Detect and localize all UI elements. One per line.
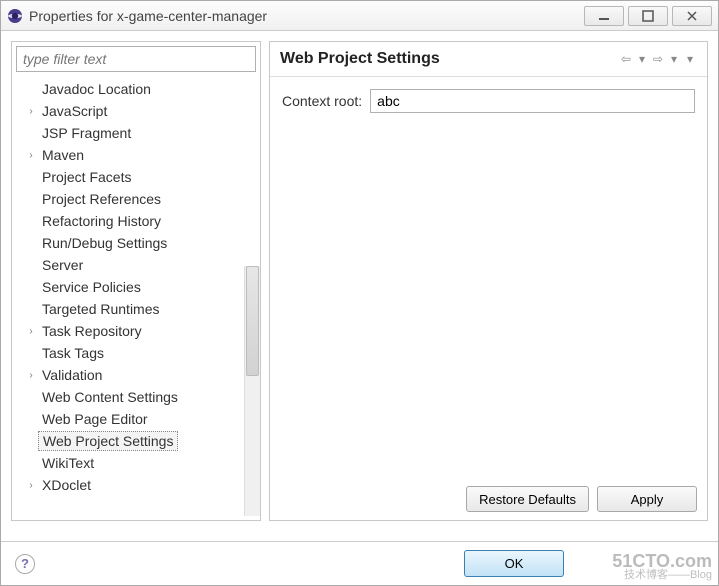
- tree-item-label: JSP Fragment: [38, 124, 135, 142]
- expander-icon[interactable]: ›: [24, 480, 38, 491]
- tree-item[interactable]: JSP Fragment: [12, 122, 260, 144]
- tree-item-label: Javadoc Location: [38, 80, 155, 98]
- tree-item[interactable]: Project Facets: [12, 166, 260, 188]
- tree-item[interactable]: Server: [12, 254, 260, 276]
- tree-item-label: JavaScript: [38, 102, 111, 120]
- titlebar: Properties for x-game-center-manager: [1, 1, 718, 31]
- expander-icon[interactable]: ›: [24, 106, 38, 117]
- tree-item[interactable]: Javadoc Location: [12, 78, 260, 100]
- expander-icon[interactable]: ›: [24, 326, 38, 337]
- expander-icon[interactable]: ›: [24, 150, 38, 161]
- tree-item-label: Server: [38, 256, 87, 274]
- tree-item-label: Maven: [38, 146, 88, 164]
- right-panel: Web Project Settings ⇦ ▾ ⇨ ▾ ▾ Context r…: [269, 41, 708, 521]
- tree-item-label: Project Facets: [38, 168, 135, 186]
- tree-item[interactable]: Project References: [12, 188, 260, 210]
- tree-item[interactable]: ›XDoclet: [12, 474, 260, 496]
- tree-item[interactable]: Web Content Settings: [12, 386, 260, 408]
- restore-defaults-button[interactable]: Restore Defaults: [466, 486, 589, 512]
- properties-dialog: Properties for x-game-center-manager Jav…: [0, 0, 719, 586]
- filter-input[interactable]: [16, 46, 256, 72]
- forward-menu-icon[interactable]: ▾: [667, 52, 681, 66]
- forward-icon[interactable]: ⇨: [651, 52, 665, 66]
- tree-item[interactable]: ›Maven: [12, 144, 260, 166]
- tree-item[interactable]: Task Tags: [12, 342, 260, 364]
- tree-item[interactable]: ›Task Repository: [12, 320, 260, 342]
- tree-item[interactable]: Targeted Runtimes: [12, 298, 260, 320]
- dialog-bottom-bar: ? OK: [1, 541, 718, 585]
- tree-scrollbar[interactable]: [244, 266, 260, 516]
- nav-icons: ⇦ ▾ ⇨ ▾ ▾: [619, 52, 697, 66]
- tree-item-label: WikiText: [38, 454, 98, 472]
- tree-item[interactable]: Web Project Settings: [12, 430, 260, 452]
- tree-item-label: Validation: [38, 366, 106, 384]
- context-root-field: Context root:: [282, 89, 695, 113]
- apply-button[interactable]: Apply: [597, 486, 697, 512]
- tree-item[interactable]: ›JavaScript: [12, 100, 260, 122]
- tree-item[interactable]: ›Validation: [12, 364, 260, 386]
- tree-item[interactable]: Run/Debug Settings: [12, 232, 260, 254]
- back-menu-icon[interactable]: ▾: [635, 52, 649, 66]
- tree-item-label: XDoclet: [38, 476, 95, 494]
- tree-item-label: Targeted Runtimes: [38, 300, 164, 318]
- scrollbar-thumb[interactable]: [246, 266, 259, 376]
- left-panel: Javadoc Location›JavaScriptJSP Fragment›…: [11, 41, 261, 521]
- window-title: Properties for x-game-center-manager: [29, 8, 580, 24]
- tree-item-label: Service Policies: [38, 278, 145, 296]
- tree-item-label: Run/Debug Settings: [38, 234, 171, 252]
- eclipse-icon: [7, 8, 23, 24]
- page-body: Context root:: [270, 77, 707, 478]
- tree-item-label: Web Page Editor: [38, 410, 152, 428]
- maximize-button[interactable]: [628, 6, 668, 26]
- page-header: Web Project Settings ⇦ ▾ ⇨ ▾ ▾: [270, 42, 707, 77]
- tree-item-label: Web Content Settings: [38, 388, 182, 406]
- dialog-content: Javadoc Location›JavaScriptJSP Fragment›…: [1, 31, 718, 531]
- tree-item-label: Task Tags: [38, 344, 108, 362]
- expander-icon[interactable]: ›: [24, 370, 38, 381]
- close-button[interactable]: [672, 6, 712, 26]
- tree-item-label: Project References: [38, 190, 165, 208]
- tree-item[interactable]: Web Page Editor: [12, 408, 260, 430]
- help-icon[interactable]: ?: [15, 554, 35, 574]
- tree-item-label: Web Project Settings: [38, 431, 178, 451]
- window-buttons: [580, 6, 712, 26]
- tree-item[interactable]: Refactoring History: [12, 210, 260, 232]
- properties-tree[interactable]: Javadoc Location›JavaScriptJSP Fragment›…: [12, 76, 260, 520]
- tree-item[interactable]: WikiText: [12, 452, 260, 474]
- menu-chevron-icon[interactable]: ▾: [683, 52, 697, 66]
- ok-button[interactable]: OK: [464, 550, 564, 577]
- page-footer: Restore Defaults Apply: [270, 478, 707, 520]
- context-root-input[interactable]: [370, 89, 695, 113]
- tree-item[interactable]: Service Policies: [12, 276, 260, 298]
- context-root-label: Context root:: [282, 93, 362, 109]
- page-title: Web Project Settings: [280, 50, 619, 68]
- tree-item-label: Refactoring History: [38, 212, 165, 230]
- tree-item-label: Task Repository: [38, 322, 146, 340]
- back-icon[interactable]: ⇦: [619, 52, 633, 66]
- minimize-button[interactable]: [584, 6, 624, 26]
